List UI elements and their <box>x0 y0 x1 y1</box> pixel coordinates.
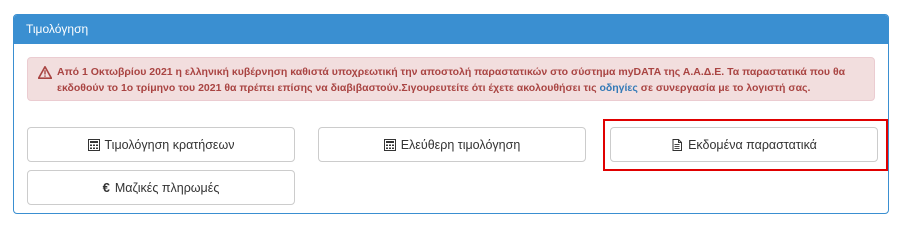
warning-triangle-icon <box>37 66 53 79</box>
bulk-payments-label: Μαζικές πληρωμές <box>114 180 220 195</box>
bulk-payments-button[interactable]: € Μαζικές πληρωμές <box>27 170 295 205</box>
mydata-warning-alert: Από 1 Οκτωβρίου 2021 η ελληνική κυβέρνησ… <box>27 57 875 101</box>
issued-documents-button[interactable]: Εκδομένα παραστατικά <box>610 127 878 162</box>
document-icon <box>671 138 683 151</box>
calculator-icon <box>383 138 396 151</box>
calculator-icon <box>87 138 100 151</box>
free-invoicing-label: Ελεύθερη τιμολόγηση <box>400 137 521 152</box>
free-invoicing-button[interactable]: Ελεύθερη τιμολόγηση <box>318 127 586 162</box>
panel-title: Τιμολόγηση <box>14 15 888 44</box>
euro-icon: € <box>102 180 110 195</box>
guidelines-link[interactable]: οδηγίες <box>599 82 637 94</box>
alert-text-end: σε συνεργασία με το λογιστή σας. <box>637 82 811 94</box>
issued-documents-label: Εκδομένα παραστατικά <box>688 137 817 152</box>
reservations-invoicing-label: Τιμολόγηση κρατήσεων <box>104 137 235 152</box>
reservations-invoicing-button[interactable]: Τιμολόγηση κρατήσεων <box>27 127 295 162</box>
